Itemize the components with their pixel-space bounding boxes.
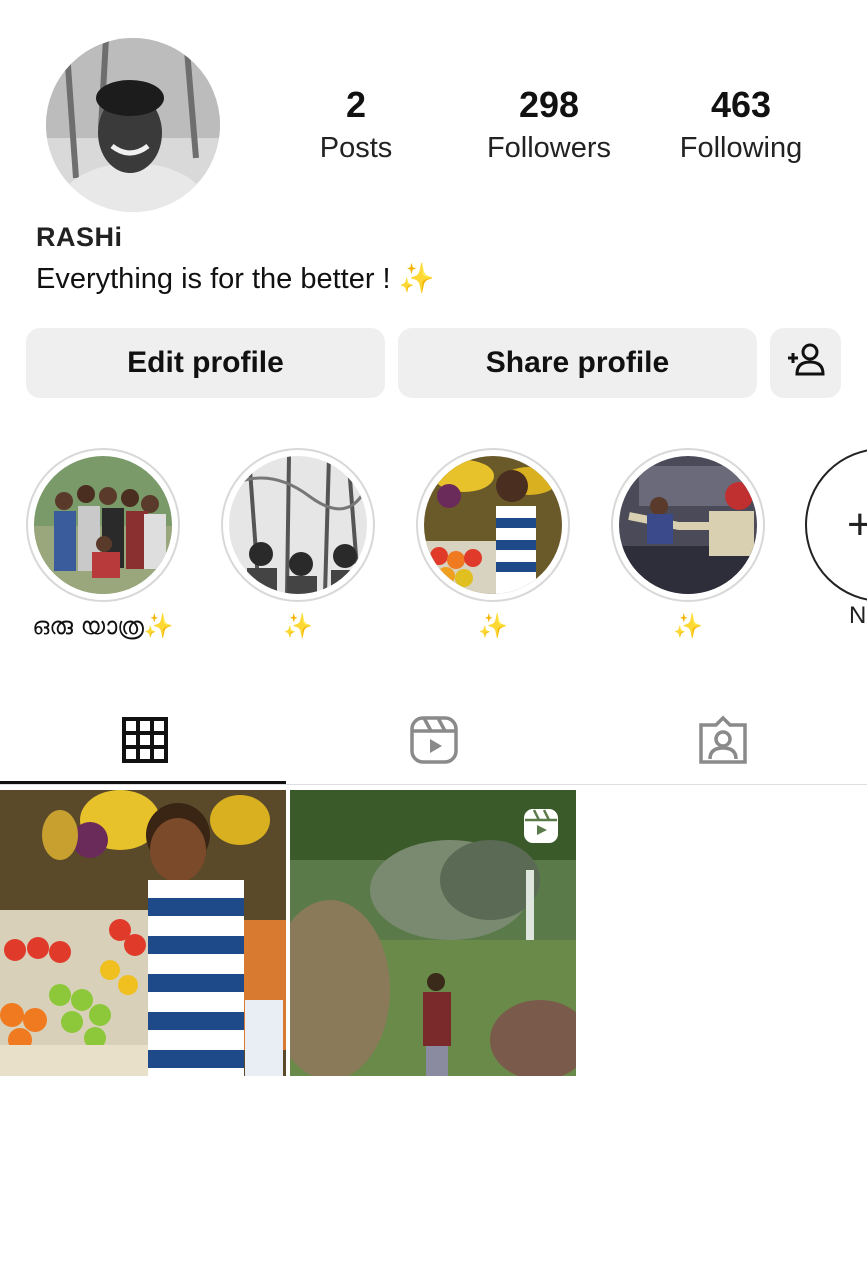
reels-icon <box>409 715 459 770</box>
add-person-icon <box>786 342 826 384</box>
posts-label: Posts <box>319 132 393 164</box>
tab-tagged[interactable] <box>578 700 867 784</box>
share-profile-button[interactable]: Share profile <box>398 328 757 398</box>
sparkles-icon: ✨ <box>673 612 703 640</box>
highlight-cover <box>34 456 172 594</box>
bio-text: Everything is for the better ! <box>36 263 391 295</box>
tab-divider <box>0 784 867 785</box>
new-highlight-label: N <box>849 602 867 629</box>
followers-count: 298 <box>518 84 580 125</box>
followers-stat[interactable]: 298 Followers <box>469 82 629 168</box>
posts-stat[interactable]: 2 Posts <box>276 82 436 168</box>
reel-icon <box>523 808 559 849</box>
following-stat[interactable]: 463 Following <box>661 82 821 168</box>
following-count: 463 <box>710 84 772 125</box>
following-label: Following <box>679 132 803 164</box>
highlight-label: ✨ <box>221 612 375 640</box>
post-thumbnail[interactable] <box>0 790 286 1076</box>
highlight-item[interactable]: ഒരു യാത്ര✨ <box>26 448 180 640</box>
highlight-item[interactable]: ✨ <box>611 448 765 640</box>
discover-people-button[interactable] <box>770 328 841 398</box>
sparkles-icon: ✨ <box>398 263 435 295</box>
new-highlight-button[interactable]: + <box>805 448 867 602</box>
tab-posts-grid[interactable] <box>0 700 289 784</box>
profile-name: RASHi <box>36 222 123 252</box>
sparkles-icon: ✨ <box>283 612 313 640</box>
tagged-icon <box>698 715 748 770</box>
highlight-cover <box>424 456 562 594</box>
profile-page: 2 Posts 298 Followers 463 Following RASH… <box>0 0 867 1280</box>
highlight-label: ഒരു യാത്ര✨ <box>32 612 174 640</box>
post-thumbnail[interactable] <box>290 790 576 1076</box>
bio: Everything is for the better ! ✨ <box>36 262 435 296</box>
grid-icon <box>121 716 168 768</box>
highlight-label: ✨ <box>611 612 765 640</box>
highlight-cover <box>619 456 757 594</box>
avatar[interactable] <box>46 38 220 212</box>
plus-icon: + <box>847 500 867 549</box>
followers-label: Followers <box>486 132 612 164</box>
sparkles-icon: ✨ <box>478 612 508 640</box>
edit-profile-button[interactable]: Edit profile <box>26 328 385 398</box>
highlight-cover <box>229 456 367 594</box>
tab-reels[interactable] <box>289 700 578 784</box>
highlight-item[interactable]: ✨ <box>221 448 375 640</box>
sparkles-icon: ✨ <box>143 612 174 640</box>
highlight-label: ✨ <box>416 612 570 640</box>
posts-count: 2 <box>345 84 367 125</box>
highlight-item[interactable]: ✨ <box>416 448 570 640</box>
